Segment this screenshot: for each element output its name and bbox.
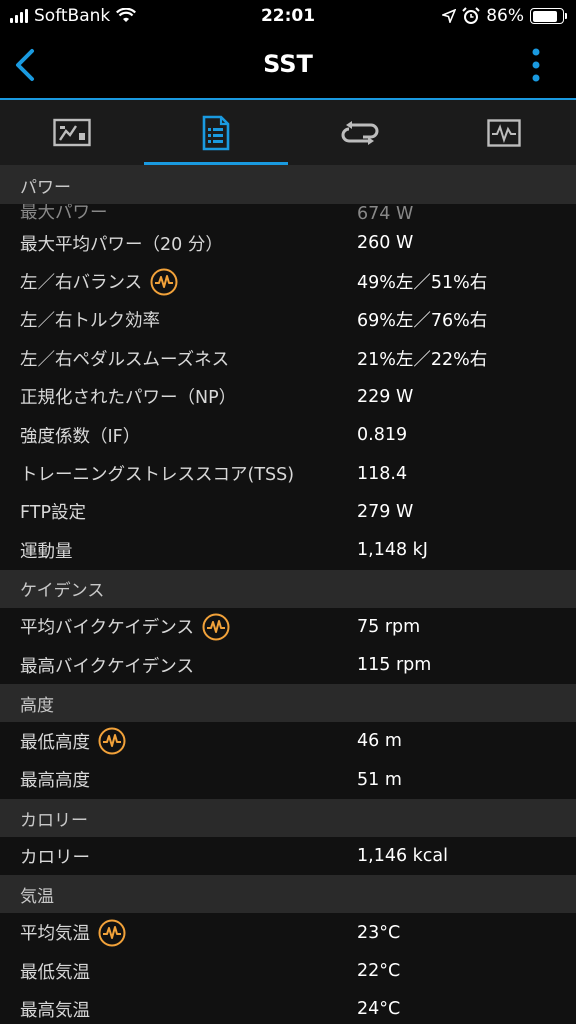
row-label: カロリー [20, 847, 90, 868]
row-value: 279 W [357, 501, 414, 522]
row-label: 左／右バランス [20, 273, 143, 294]
row-label: 運動量 [20, 541, 73, 562]
list-item: FTP設定 279 W [0, 493, 576, 531]
list-item: 左／右トルク効率 69%左／76%右 [0, 301, 576, 339]
list-item: 最高高度 51 m [0, 761, 576, 799]
list-item: 最大パワー 674 W [0, 204, 576, 224]
row-label: 平均バイクケイデンス [20, 618, 194, 639]
row-value: 75 rpm [357, 616, 421, 637]
section-header-elevation: 高度 [0, 684, 576, 723]
tab-details[interactable] [144, 100, 288, 165]
row-value: 115 rpm [357, 655, 432, 676]
row-value: 23°C [357, 922, 401, 943]
graph-link-icon[interactable] [98, 919, 126, 947]
battery-percent: 86% [486, 6, 524, 26]
page-title: SST [263, 50, 313, 78]
section-header-temperature: 気温 [0, 875, 576, 914]
navigation-bar: SST [0, 32, 576, 98]
row-label: 正規化されたパワー（NP） [20, 388, 237, 409]
graph-icon [487, 118, 521, 147]
section-header-cadence: ケイデンス [0, 569, 576, 608]
row-value: 229 W [357, 386, 414, 407]
list-item: カロリー 1,146 kcal [0, 837, 576, 875]
row-value: 674 W [357, 204, 414, 224]
list-item: 最大平均パワー（20 分） 260 W [0, 224, 576, 262]
row-label: 最高バイクケイデンス [20, 656, 194, 677]
row-value: 0.819 [357, 425, 408, 446]
list-item: 正規化されたパワー（NP） 229 W [0, 378, 576, 416]
row-label: 平均気温 [20, 924, 90, 945]
row-label: 最大平均パワー（20 分） [20, 234, 223, 255]
row-value: 69%左／76%右 [357, 311, 488, 332]
row-value: 1,148 kJ [357, 540, 428, 561]
list-item: 最低気温 22°C [0, 952, 576, 990]
row-label: 左／右ペダルスムーズネス [20, 349, 230, 370]
row-value: 51 m [357, 769, 402, 790]
graph-link-icon[interactable] [150, 268, 178, 296]
alarm-clock-icon [462, 7, 480, 24]
tab-graphs[interactable] [432, 100, 576, 165]
status-right: 86% [442, 6, 567, 26]
list-item: 運動量 1,148 kJ [0, 531, 576, 569]
row-label: 左／右トルク効率 [20, 311, 160, 332]
details-list-icon [202, 115, 230, 150]
list-item: 左／右バランス 49%左／51%右 [0, 262, 576, 300]
status-bar: SoftBank 22:01 86% [0, 0, 576, 32]
graph-link-icon[interactable] [98, 727, 126, 755]
row-value: 24°C [357, 999, 401, 1020]
tab-laps[interactable] [288, 100, 432, 165]
row-label: 最大パワー [20, 204, 108, 223]
list-item: 最低高度 46 m [0, 722, 576, 760]
row-value: 21%左／22%右 [357, 349, 488, 370]
details-list[interactable]: パワー 最大パワー 674 W 最大平均パワー（20 分） 260 W 左／右バ… [0, 166, 576, 1024]
more-options-icon[interactable] [532, 48, 540, 82]
row-value: 1,146 kcal [357, 846, 449, 867]
tab-bar [0, 100, 576, 166]
row-label: 強度係数（IF） [20, 426, 141, 447]
row-value: 118.4 [357, 463, 408, 484]
list-item: 左／右ペダルスムーズネス 21%左／22%右 [0, 339, 576, 377]
section-header-power: パワー [0, 166, 576, 204]
laps-icon [341, 120, 379, 145]
list-item: 平均気温 23°C [0, 913, 576, 951]
location-arrow-icon [442, 9, 457, 23]
row-value: 22°C [357, 961, 401, 982]
list-item: 強度係数（IF） 0.819 [0, 416, 576, 454]
list-item: トレーニングストレススコア(TSS) 118.4 [0, 454, 576, 492]
row-value: 49%左／51%右 [357, 273, 488, 294]
list-item: 平均バイクケイデンス 75 rpm [0, 608, 576, 646]
row-label: 最低気温 [20, 962, 90, 983]
row-value: 46 m [357, 731, 402, 752]
list-item: 最高バイクケイデンス 115 rpm [0, 646, 576, 684]
row-label: 最高高度 [20, 771, 90, 792]
row-value: 260 W [357, 233, 414, 254]
tab-overview[interactable] [0, 100, 144, 165]
row-label: FTP設定 [20, 503, 87, 524]
list-item: 最高気温 24°C [0, 990, 576, 1024]
battery-icon [530, 8, 567, 24]
chart-icon [53, 118, 91, 146]
section-header-calories: カロリー [0, 799, 576, 838]
row-label: 最低高度 [20, 732, 90, 753]
row-label: トレーニングストレススコア(TSS) [20, 465, 295, 486]
row-label: 最高気温 [20, 1000, 90, 1021]
graph-link-icon[interactable] [202, 613, 230, 641]
